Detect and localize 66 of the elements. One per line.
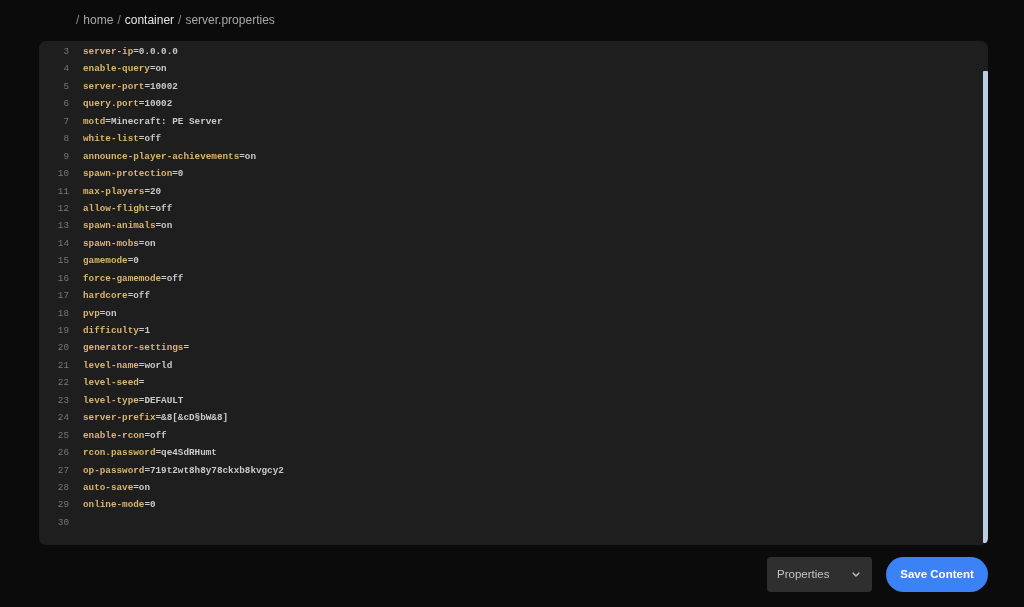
line-number: 6	[63, 98, 69, 110]
line-number: 26	[57, 447, 69, 459]
path-separator: /	[178, 13, 182, 27]
code-line: difficulty=1	[83, 324, 150, 338]
line-number: 7	[63, 115, 69, 127]
code-line: server-prefix=&8[&cD§bW&8]	[83, 411, 229, 426]
line-number: 5	[63, 80, 69, 92]
save-button[interactable]: Save Content	[886, 557, 988, 592]
code-line: level-name=world	[83, 358, 173, 373]
path-separator: /	[76, 13, 80, 27]
code-line: max-players=20	[83, 184, 162, 199]
code-line: hardcore=off	[83, 289, 150, 304]
line-number: 8	[63, 133, 69, 145]
line-number: 17	[57, 290, 69, 302]
file-type-dropdown[interactable]: Properties	[767, 557, 872, 592]
line-number: 4	[63, 63, 69, 75]
line-number: 20	[57, 342, 69, 354]
code-line: generator-settings=	[83, 341, 190, 356]
code-line: server-port=10002	[83, 79, 178, 94]
line-number: 30	[57, 516, 69, 528]
line-number: 13	[57, 220, 69, 232]
code-line: enable-rcon=off	[83, 428, 167, 443]
chevron-down-icon	[852, 572, 860, 577]
code-line: spawn-protection=0	[83, 167, 184, 182]
code-line: rcon.password=qe4SdRHumt	[83, 446, 217, 461]
code-line: allow-flight=off	[83, 201, 173, 216]
line-number: 9	[63, 150, 69, 162]
code-line: spawn-animals=on	[83, 219, 173, 234]
code-line: op-password=719t2wt8h8y78ckxb8kvgcy2	[83, 463, 284, 478]
path-separator: /	[117, 13, 121, 27]
code-line: server-ip=0.0.0.0	[83, 45, 178, 59]
line-number: 10	[57, 168, 69, 180]
code-line: force-gamemode=off	[83, 271, 184, 286]
code-line: gamemode=0	[83, 254, 139, 269]
code-editor[interactable]	[39, 41, 988, 545]
line-number: 19	[57, 325, 69, 336]
code-line: query.port=10002	[83, 97, 173, 112]
line-number: 3	[63, 46, 69, 57]
breadcrumb-link[interactable]: home	[83, 13, 114, 27]
line-number: 24	[57, 412, 69, 424]
line-number: 12	[57, 202, 69, 214]
code-line: announce-player-achievements=on	[83, 149, 256, 164]
breadcrumb-link[interactable]: server.properties	[185, 13, 275, 27]
code-line: level-type=DEFAULT	[83, 393, 184, 408]
line-number: 29	[57, 499, 69, 511]
line-number: 11	[57, 185, 69, 197]
scroll-bar[interactable]	[983, 71, 988, 543]
code-line: pvp=on	[83, 306, 117, 321]
code-line: online-mode=0	[83, 498, 156, 513]
line-number: 21	[57, 359, 69, 371]
line-number: 27	[57, 464, 69, 476]
line-number: 14	[57, 237, 69, 249]
breadcrumb-link[interactable]: container	[124, 13, 175, 27]
code-line: level-seed=	[83, 376, 145, 391]
line-number: 22	[57, 377, 69, 389]
code-line: white-list=off	[83, 132, 162, 147]
code-line: spawn-mobs=on	[83, 236, 156, 251]
code-line: enable-query=on	[83, 62, 167, 77]
line-number: 28	[57, 481, 69, 493]
line-number: 18	[57, 307, 69, 319]
code-line: motd=Minecraft: PE Server	[83, 114, 223, 129]
line-number: 16	[57, 272, 69, 284]
line-number: 23	[57, 394, 69, 406]
code-line: auto-save=on	[83, 480, 150, 495]
line-number: 15	[57, 255, 69, 267]
line-number: 25	[57, 429, 69, 441]
